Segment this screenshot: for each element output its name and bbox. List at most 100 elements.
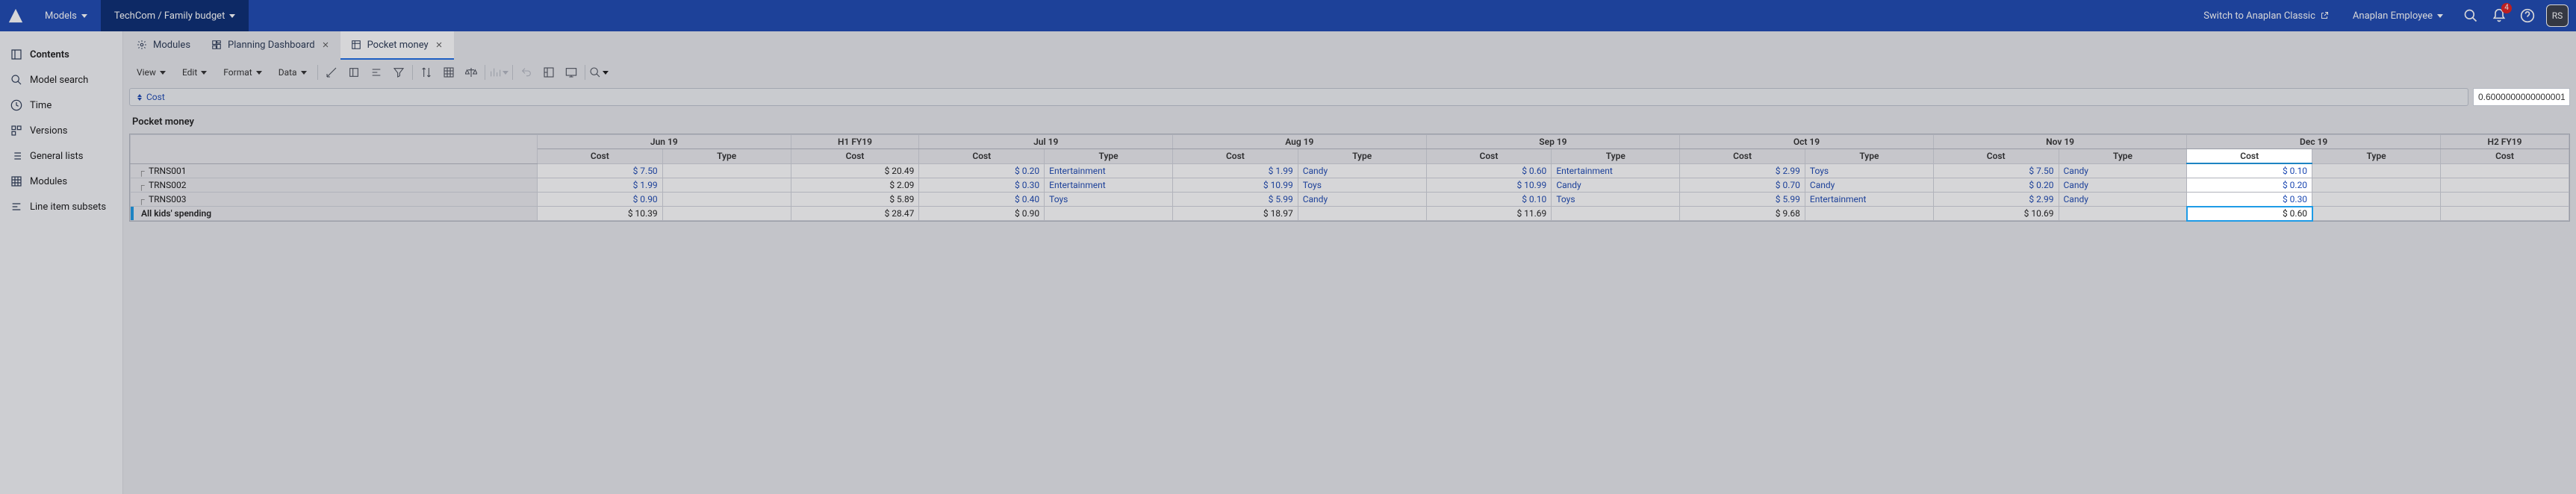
type-cell[interactable]: Candy [1805,178,1933,193]
sidebar-item-model-search[interactable]: Model search [0,67,122,93]
sidebar-item-time[interactable]: Time [0,93,122,118]
filter-button[interactable] [388,62,409,83]
format-menu[interactable]: Format [216,62,269,83]
col-header-type[interactable]: Type [1298,149,1426,164]
sidebar-item-line-item-subsets[interactable]: Line item subsets [0,194,122,219]
col-header-cost[interactable]: Cost [2187,149,2312,164]
type-cell[interactable]: Toys [1805,163,1933,178]
type-cell[interactable]: Candy [2059,163,2187,178]
col-header-type[interactable]: Type [2312,149,2441,164]
type-cell[interactable]: Entertainment [1045,163,1173,178]
align-button[interactable] [366,62,387,83]
cost-cell[interactable]: $ 0.60 [1426,163,1552,178]
type-cell[interactable] [662,163,791,178]
notifications-button[interactable]: 4 [2485,0,2513,31]
compare-button[interactable] [461,62,482,83]
table-row[interactable]: ┌TRNS001$ 7.50$ 20.49$ 0.20Entertainment… [131,163,2569,178]
cost-cell[interactable]: $ 1.99 [1173,163,1298,178]
cost-cell[interactable]: $ 2.99 [1933,193,2059,207]
col-header-cost[interactable]: Cost [919,149,1045,164]
period-header[interactable]: Sep 19 [1426,135,1680,149]
col-header-cost[interactable]: Cost [1680,149,1805,164]
cost-cell[interactable]: $ 0.40 [919,193,1045,207]
type-cell[interactable]: Toys [1552,193,1680,207]
period-header[interactable]: Nov 19 [1933,135,2187,149]
cost-cell[interactable]: $ 5.99 [1173,193,1298,207]
cost-cell[interactable]: $ 7.50 [1933,163,2059,178]
period-header[interactable]: Jun 19 [538,135,791,149]
period-header[interactable]: Dec 19 [2187,135,2441,149]
line-item-selector[interactable]: Cost [129,88,2468,106]
data-grid[interactable]: Jun 19H1 FY19Jul 19Aug 19Sep 19Oct 19Nov… [129,134,2570,222]
undo-button[interactable] [516,62,537,83]
period-header[interactable]: H2 FY19 [2440,135,2569,149]
show-hide-button[interactable] [343,62,364,83]
type-cell[interactable]: Candy [1298,163,1426,178]
period-header[interactable]: Aug 19 [1173,135,1427,149]
col-header-type[interactable]: Type [2059,149,2187,164]
table-row[interactable]: ┌TRNS003$ 0.90$ 5.89$ 0.40Toys$ 5.99Cand… [131,193,2569,207]
conditional-format-button[interactable] [438,62,459,83]
sidebar-item-general-lists[interactable]: General lists [0,143,122,169]
type-cell[interactable] [2312,178,2441,193]
pivot-button[interactable] [321,62,342,83]
anaplan-logo-icon[interactable] [0,0,31,31]
help-button[interactable] [2513,0,2542,31]
cost-cell[interactable]: $ 0.30 [2187,193,2312,207]
cost-cell[interactable]: $ 10.99 [1426,178,1552,193]
cost-cell[interactable]: $ 0.20 [1933,178,2059,193]
cost-cell[interactable] [2440,207,2569,221]
type-cell[interactable] [2312,207,2441,221]
type-cell[interactable] [1552,207,1680,221]
type-cell[interactable] [2059,207,2187,221]
cost-cell[interactable]: $ 10.39 [538,207,663,221]
cost-cell[interactable]: $ 0.20 [2187,178,2312,193]
cost-cell[interactable]: $ 5.99 [1680,193,1805,207]
table-row-total[interactable]: All kids' spending$ 10.39$ 28.47$ 0.90$ … [131,207,2569,221]
insert-button[interactable] [538,62,559,83]
col-header-cost[interactable]: Cost [791,149,919,164]
type-cell[interactable] [2312,163,2441,178]
type-cell[interactable]: Toys [1045,193,1173,207]
tab-modules[interactable]: Modules [126,31,201,60]
cost-cell[interactable]: $ 10.99 [1173,178,1298,193]
cost-cell[interactable]: $ 0.30 [919,178,1045,193]
col-header-type[interactable]: Type [662,149,791,164]
row-header[interactable]: ┌TRNS001 [131,163,538,178]
close-icon[interactable] [435,40,444,49]
col-header-type[interactable]: Type [1805,149,1933,164]
cost-cell[interactable]: $ 18.97 [1173,207,1298,221]
period-header[interactable]: H1 FY19 [791,135,919,149]
close-icon[interactable] [321,40,330,49]
table-row[interactable]: ┌TRNS002$ 1.99$ 2.09$ 0.30Entertainment$… [131,178,2569,193]
cell-editor-input[interactable] [2473,88,2570,106]
cost-cell[interactable]: $ 7.50 [538,163,663,178]
user-dropdown[interactable]: Anaplan Employee [2339,0,2457,31]
sort-button[interactable] [416,62,437,83]
col-header-cost[interactable]: Cost [1426,149,1552,164]
chart-button[interactable] [488,62,509,83]
row-header[interactable]: ┌TRNS003 [131,193,538,207]
type-cell[interactable]: Entertainment [1045,178,1173,193]
cost-cell[interactable]: $ 10.69 [1933,207,2059,221]
col-header-cost[interactable]: Cost [538,149,663,164]
cost-cell[interactable]: $ 0.10 [1426,193,1552,207]
cost-cell[interactable]: $ 20.49 [791,163,919,178]
edit-menu[interactable]: Edit [175,62,214,83]
sidebar-item-modules[interactable]: Modules [0,169,122,194]
cost-cell[interactable]: $ 2.99 [1680,163,1805,178]
type-cell[interactable] [1298,207,1426,221]
period-header[interactable]: Oct 19 [1680,135,1934,149]
cost-cell[interactable]: $ 2.09 [791,178,919,193]
type-cell[interactable] [662,193,791,207]
cost-cell[interactable]: $ 11.69 [1426,207,1552,221]
type-cell[interactable] [662,178,791,193]
cost-cell[interactable] [2440,163,2569,178]
type-cell[interactable] [662,207,791,221]
type-cell[interactable]: Candy [2059,193,2187,207]
cost-cell[interactable]: $ 0.70 [1680,178,1805,193]
col-header-cost[interactable]: Cost [2440,149,2569,164]
sidebar-item-versions[interactable]: Versions [0,118,122,143]
find-button[interactable] [588,62,609,83]
cost-cell[interactable] [2440,193,2569,207]
